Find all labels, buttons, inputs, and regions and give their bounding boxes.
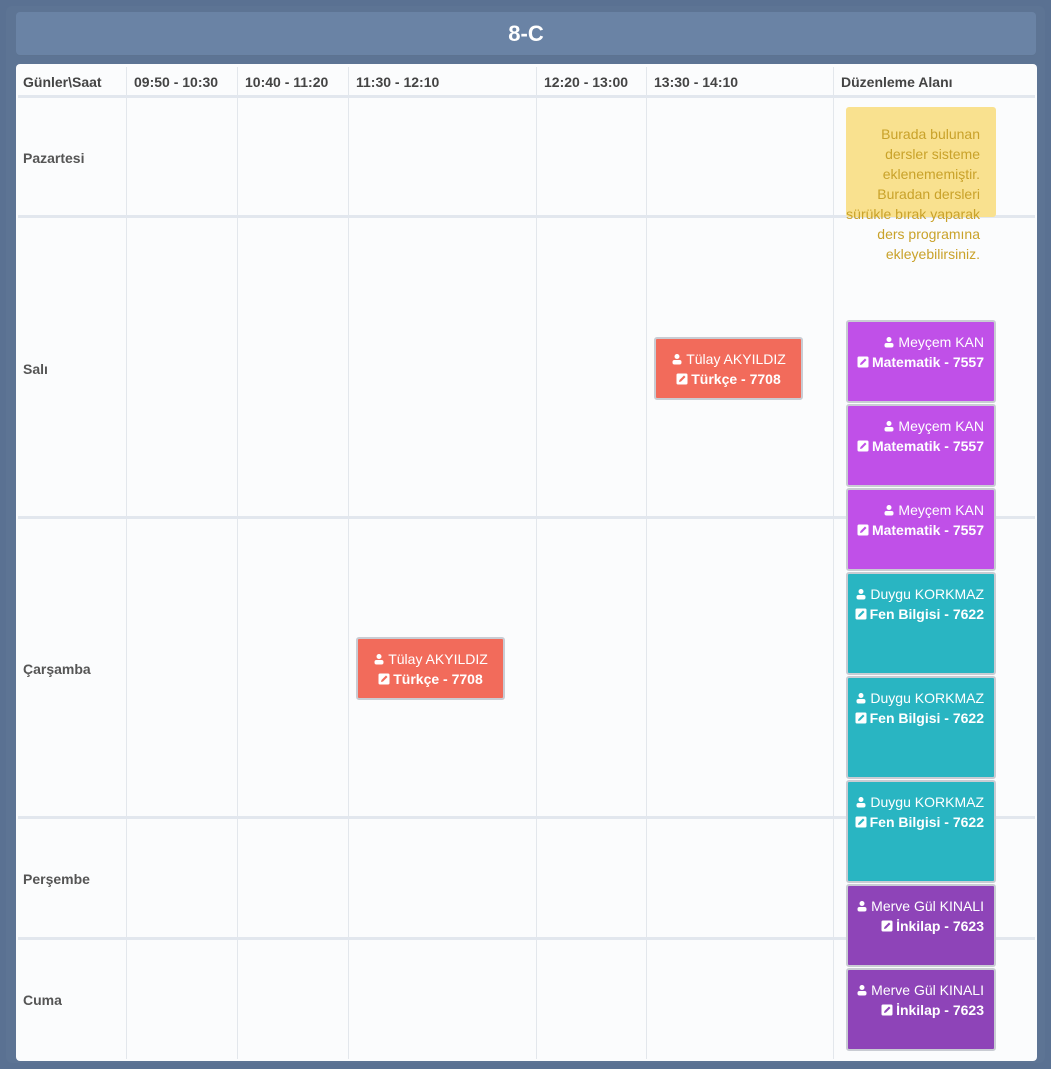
subject-name: Türkçe - 7708 — [393, 671, 483, 687]
info-note-text: Burada bulunan dersler sisteme eklenemem… — [846, 126, 980, 262]
user-group-icon — [883, 417, 895, 432]
header-slot-4: 12:20 - 13:00 — [537, 68, 646, 96]
pending-lesson-card[interactable]: Duygu KORKMAZ Fen Bilgisi - 7622 — [846, 676, 996, 779]
header-edit-area: Düzenleme Alanı — [834, 68, 1034, 96]
teacher-name: Merve Gül KINALI — [871, 982, 984, 998]
page-title: 8-C — [16, 12, 1036, 56]
user-group-icon — [883, 501, 895, 516]
user-group-icon — [855, 689, 867, 704]
user-group-icon — [855, 585, 867, 600]
edit-icon — [855, 709, 867, 724]
edit-icon — [881, 917, 893, 932]
teacher-name: Duygu KORKMAZ — [870, 586, 984, 602]
edit-icon — [857, 437, 869, 452]
header-slot-1: 09:50 - 10:30 — [127, 68, 237, 96]
edit-icon — [857, 353, 869, 368]
teacher-name: Meyçem KAN — [898, 418, 984, 434]
lesson-card-tuesday[interactable]: Tülay AKYILDIZ Türkçe - 7708 — [654, 337, 803, 400]
pending-lesson-card[interactable]: Duygu KORKMAZ Fen Bilgisi - 7622 — [846, 780, 996, 883]
row-divider — [18, 95, 1035, 98]
subject-name: İnkilap - 7623 — [896, 1002, 984, 1018]
user-group-icon — [671, 350, 683, 365]
day-label-wednesday: Çarşamba — [23, 661, 91, 677]
teacher-name: Duygu KORKMAZ — [870, 794, 984, 810]
day-label-friday: Cuma — [23, 992, 62, 1008]
header-slot-3: 11:30 - 12:10 — [349, 68, 536, 96]
subject-name: Fen Bilgisi - 7622 — [869, 606, 984, 622]
user-group-icon — [883, 333, 895, 348]
pending-lesson-card[interactable]: Merve Gül KINALI İnkilap - 7623 — [846, 884, 996, 967]
pending-lesson-card[interactable]: Meyçem KAN Matematik - 7557 — [846, 488, 996, 571]
edit-icon — [855, 813, 867, 828]
edit-icon — [378, 670, 390, 685]
header-slot-2: 10:40 - 11:20 — [238, 68, 348, 96]
pending-lesson-card[interactable]: Meyçem KAN Matematik - 7557 — [846, 404, 996, 487]
teacher-name: Merve Gül KINALI — [871, 898, 984, 914]
subject-name: Matematik - 7557 — [871, 522, 984, 538]
pending-lesson-card[interactable]: Meyçem KAN Matematik - 7557 — [846, 320, 996, 403]
day-label-tuesday: Salı — [23, 361, 48, 377]
edit-icon — [676, 370, 688, 385]
day-label-thursday: Perşembe — [23, 871, 90, 887]
header-slot-5: 13:30 - 14:10 — [647, 68, 833, 96]
teacher-name: Meyçem KAN — [898, 502, 984, 518]
day-label-monday: Pazartesi — [23, 150, 85, 166]
edit-icon — [857, 521, 869, 536]
teacher-name: Tülay AKYILDIZ — [388, 651, 488, 667]
pending-lesson-card[interactable]: Merve Gül KINALI İnkilap - 7623 — [846, 968, 996, 1051]
subject-name: Fen Bilgisi - 7622 — [869, 710, 984, 726]
teacher-name: Duygu KORKMAZ — [870, 690, 984, 706]
subject-name: İnkilap - 7623 — [896, 918, 984, 934]
teacher-name: Tülay AKYILDIZ — [686, 351, 786, 367]
user-group-icon — [373, 650, 385, 665]
user-group-icon — [856, 897, 868, 912]
header-days-hours: Günler\Saat — [16, 68, 126, 96]
subject-name: Matematik - 7557 — [871, 438, 984, 454]
subject-name: Matematik - 7557 — [871, 354, 984, 370]
subject-name: Türkçe - 7708 — [691, 371, 781, 387]
user-group-icon — [855, 793, 867, 808]
edit-icon — [855, 605, 867, 620]
subject-name: Fen Bilgisi - 7622 — [869, 814, 984, 830]
edit-icon — [881, 1001, 893, 1016]
lesson-card-wednesday[interactable]: Tülay AKYILDIZ Türkçe - 7708 — [356, 637, 505, 700]
user-group-icon — [856, 981, 868, 996]
teacher-name: Meyçem KAN — [898, 334, 984, 350]
pending-lesson-card[interactable]: Duygu KORKMAZ Fen Bilgisi - 7622 — [846, 572, 996, 675]
